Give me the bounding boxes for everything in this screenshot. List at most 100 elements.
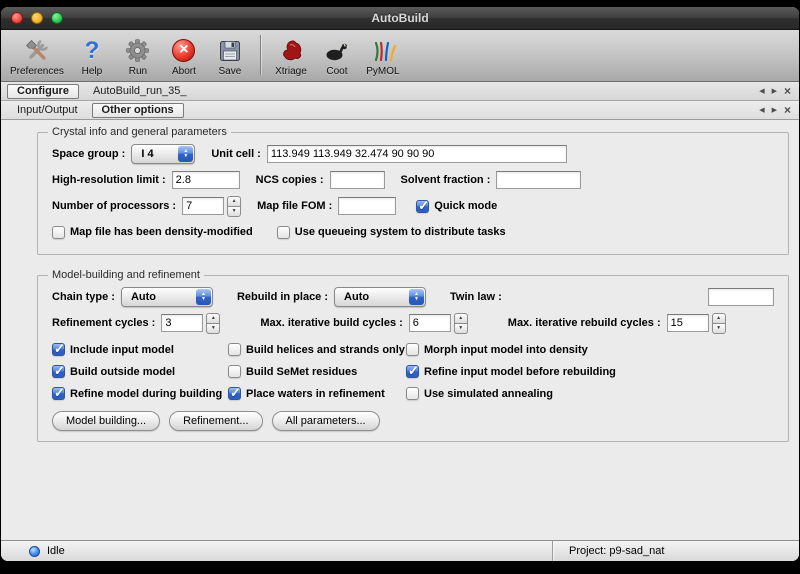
crystal-row-4: Map file has been density-modified Use q…: [52, 220, 774, 244]
unit-cell-label: Unit cell :: [211, 148, 261, 160]
density-modified-checkbox[interactable]: Map file has been density-modified: [52, 226, 253, 239]
popup-arrows-icon: [178, 146, 193, 162]
max-rebuild-cycles-input[interactable]: [667, 314, 709, 332]
sub-tabs-scroll-left-icon[interactable]: ◀: [759, 107, 764, 114]
quick-mode-checkbox[interactable]: Quick mode: [416, 200, 497, 213]
checkbox-label: Build SeMet residues: [246, 366, 357, 378]
queueing-system-checkbox[interactable]: Use queueing system to distribute tasks: [277, 226, 506, 239]
checkbox-label: Use queueing system to distribute tasks: [295, 226, 506, 238]
rebuild-in-place-select[interactable]: Auto: [334, 287, 426, 307]
toolbar-abort-button[interactable]: Abort: [161, 35, 207, 78]
sub-tab-bar: Input/Output Other options ◀ ▶ ×: [1, 101, 799, 120]
checkbox-icon: [406, 365, 419, 378]
twin-law-input[interactable]: [708, 288, 774, 306]
main-tab-bar: Configure AutoBuild_run_35_ ◀ ▶ ×: [1, 82, 799, 101]
stepper-down-icon[interactable]: [206, 324, 220, 334]
tab-configure[interactable]: Configure: [7, 84, 79, 99]
toolbar-coot-button[interactable]: Coot: [314, 35, 360, 78]
pymol-icon: [370, 36, 396, 65]
map-file-fom-input[interactable]: [338, 197, 396, 215]
checkbox-label: Refine input model before rebuilding: [424, 366, 616, 378]
tab-input-output[interactable]: Input/Output: [7, 103, 88, 118]
stepper-down-icon[interactable]: [712, 324, 726, 334]
checkbox-label: Morph input model into density: [424, 344, 588, 356]
twin-law-label: Twin law :: [450, 291, 502, 303]
morph-input-model-checkbox[interactable]: Morph input model into density: [406, 343, 774, 356]
simulated-annealing-checkbox[interactable]: Use simulated annealing: [406, 387, 774, 400]
all-parameters-button[interactable]: All parameters...: [272, 411, 380, 431]
traffic-lights: [11, 12, 63, 24]
stepper-down-icon[interactable]: [227, 207, 241, 217]
ncs-copies-input[interactable]: [330, 171, 385, 189]
toolbar-save-button[interactable]: Save: [207, 35, 253, 78]
tab-label: Other options: [102, 104, 174, 116]
crystal-info-group: Crystal info and general parameters Spac…: [37, 126, 789, 255]
status-bar: Idle Project: p9-sad_nat: [1, 540, 799, 561]
stepper-down-icon[interactable]: [454, 324, 468, 334]
refine-model-during-building-checkbox[interactable]: Refine model during building: [52, 387, 228, 400]
toolbar-run-button[interactable]: Run: [115, 35, 161, 78]
checkbox-label: Use simulated annealing: [424, 388, 553, 400]
refine-input-model-checkbox[interactable]: Refine input model before rebuilding: [406, 365, 774, 378]
titlebar[interactable]: AutoBuild: [1, 7, 799, 30]
unit-cell-input[interactable]: [267, 145, 567, 163]
toolbar-preferences-button[interactable]: Preferences: [5, 35, 69, 78]
refinement-cycles-input[interactable]: [161, 314, 203, 332]
checkbox-label: Place waters in refinement: [246, 388, 385, 400]
stepper-up-icon[interactable]: [206, 313, 220, 324]
model-building-button[interactable]: Model building...: [52, 411, 160, 431]
checkbox-icon: [228, 365, 241, 378]
toolbar-label: PyMOL: [366, 66, 399, 77]
max-rebuild-cycles-stepper[interactable]: [712, 313, 726, 334]
stepper-up-icon[interactable]: [227, 196, 241, 207]
rebuild-in-place-label: Rebuild in place :: [237, 291, 328, 303]
chain-type-select[interactable]: Auto: [121, 287, 213, 307]
max-build-cycles-input[interactable]: [409, 314, 451, 332]
chain-type-value: Auto: [131, 291, 156, 303]
high-resolution-limit-input[interactable]: [172, 171, 240, 189]
toolbar-pymol-button[interactable]: PyMOL: [360, 35, 406, 78]
tab-other-options[interactable]: Other options: [92, 103, 184, 118]
crystal-row-2: High-resolution limit : NCS copies : Sol…: [52, 168, 774, 192]
toolbar-label: Run: [129, 66, 147, 77]
max-build-cycles-stepper[interactable]: [454, 313, 468, 334]
place-waters-checkbox[interactable]: Place waters in refinement: [228, 387, 406, 400]
toolbar-label: Xtriage: [275, 66, 307, 77]
stepper-up-icon[interactable]: [712, 313, 726, 324]
main-tabs-scroll-left-icon[interactable]: ◀: [759, 88, 764, 95]
toolbar-help-button[interactable]: ? Help: [69, 35, 115, 78]
close-button[interactable]: [11, 12, 23, 24]
stepper-up-icon[interactable]: [454, 313, 468, 324]
build-semet-residues-checkbox[interactable]: Build SeMet residues: [228, 365, 406, 378]
include-input-model-checkbox[interactable]: Include input model: [52, 343, 228, 356]
high-resolution-limit-label: High-resolution limit :: [52, 174, 166, 186]
xtriage-icon: [279, 36, 303, 65]
checkbox-label: Map file has been density-modified: [70, 226, 253, 238]
minimize-button[interactable]: [31, 12, 43, 24]
tab-autobuild-run-35[interactable]: AutoBuild_run_35_: [83, 84, 197, 99]
refinement-cycles-stepper[interactable]: [206, 313, 220, 334]
sub-tabs-scroll-right-icon[interactable]: ▶: [772, 107, 777, 114]
abort-icon: [172, 36, 195, 65]
main-tab-nav: ◀ ▶ ×: [759, 85, 795, 97]
project-label: Project: p9-sad_nat: [553, 545, 799, 557]
content-area: Crystal info and general parameters Spac…: [1, 120, 799, 540]
build-outside-model-checkbox[interactable]: Build outside model: [52, 365, 228, 378]
build-helices-strands-checkbox[interactable]: Build helices and strands only: [228, 343, 406, 356]
number-of-processors-input[interactable]: [182, 197, 224, 215]
solvent-fraction-input[interactable]: [496, 171, 581, 189]
processors-stepper[interactable]: [227, 196, 241, 217]
refinement-cycles-label: Refinement cycles :: [52, 317, 155, 329]
sub-tabs-close-icon[interactable]: ×: [784, 104, 791, 116]
checkbox-icon: [228, 343, 241, 356]
tab-label: Input/Output: [17, 104, 78, 116]
crystal-row-1: Space group : I 4 Unit cell :: [52, 142, 774, 166]
main-tabs-close-icon[interactable]: ×: [784, 85, 791, 97]
toolbar-xtriage-button[interactable]: Xtriage: [268, 35, 314, 78]
save-icon: [218, 36, 242, 65]
zoom-button[interactable]: [51, 12, 63, 24]
toolbar-separator: [260, 35, 261, 75]
space-group-select[interactable]: I 4: [131, 144, 195, 164]
refinement-button[interactable]: Refinement...: [169, 411, 262, 431]
main-tabs-scroll-right-icon[interactable]: ▶: [772, 88, 777, 95]
